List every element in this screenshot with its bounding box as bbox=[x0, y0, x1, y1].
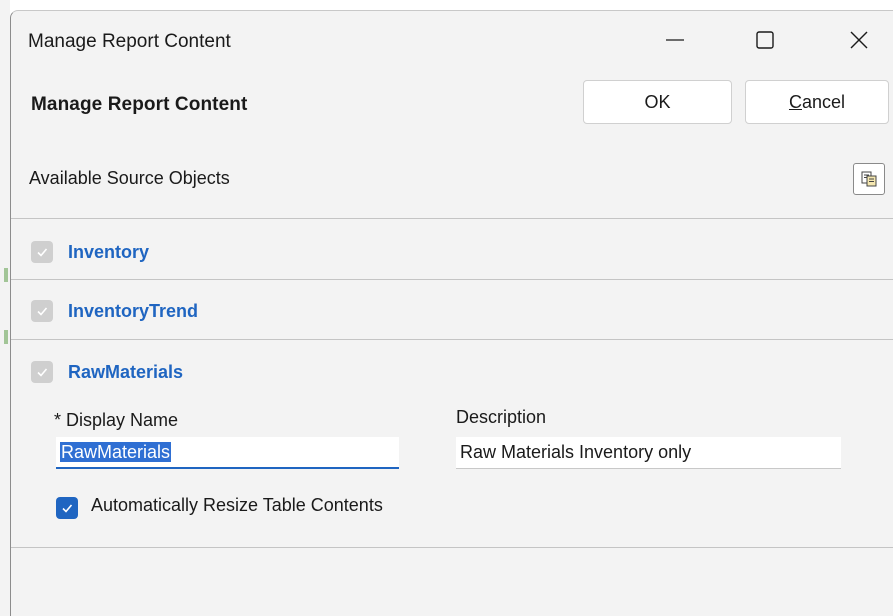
inventory-checkbox[interactable] bbox=[31, 241, 53, 263]
divider bbox=[11, 547, 893, 548]
checkmark-icon bbox=[37, 307, 48, 316]
cancel-label-rest: ancel bbox=[801, 91, 846, 112]
display-name-value: RawMaterials bbox=[60, 442, 172, 463]
title-bar[interactable]: Manage Report Content bbox=[11, 11, 893, 69]
close-button[interactable] bbox=[831, 19, 887, 61]
source-object-row-inventorytrend[interactable]: InventoryTrend bbox=[11, 280, 893, 340]
display-name-label: * Display Name bbox=[54, 410, 179, 430]
source-object-name: InventoryTrend bbox=[68, 301, 199, 321]
ok-button[interactable]: OK bbox=[583, 80, 732, 124]
description-input[interactable]: Raw Materials Inventory only bbox=[456, 437, 841, 469]
maximize-icon bbox=[756, 31, 774, 49]
minimize-icon bbox=[666, 39, 684, 41]
checkmark-icon bbox=[37, 368, 48, 377]
background-window-edge bbox=[0, 0, 10, 616]
inventorytrend-checkbox[interactable] bbox=[31, 300, 53, 322]
description-label: Description bbox=[456, 407, 547, 427]
available-source-objects-label: Available Source Objects bbox=[29, 168, 230, 188]
source-object-name: Inventory bbox=[68, 242, 150, 262]
cancel-button[interactable]: Cancel bbox=[745, 80, 889, 124]
maximize-button[interactable] bbox=[737, 19, 793, 61]
description-value: Raw Materials Inventory only bbox=[460, 442, 692, 462]
manage-report-content-dialog: Manage Report Content Manage Report Cont… bbox=[10, 10, 893, 616]
auto-resize-checkbox[interactable] bbox=[56, 497, 78, 519]
cancel-button-label: Cancel bbox=[789, 92, 845, 113]
source-object-name: RawMaterials bbox=[68, 362, 184, 382]
background-marker bbox=[4, 330, 8, 344]
copy-paste-icon bbox=[861, 171, 877, 187]
cancel-mnemonic: C bbox=[788, 91, 802, 112]
checkmark-icon bbox=[37, 248, 48, 257]
copy-paste-button[interactable] bbox=[853, 163, 885, 195]
close-icon bbox=[850, 31, 868, 49]
source-object-row-inventory[interactable]: Inventory bbox=[11, 219, 893, 279]
display-name-input[interactable]: RawMaterials bbox=[56, 437, 399, 469]
ok-button-label: OK bbox=[644, 91, 671, 112]
minimize-button[interactable] bbox=[647, 19, 703, 61]
page-title: Manage Report Content bbox=[31, 94, 248, 115]
auto-resize-label: Automatically Resize Table Contents bbox=[91, 495, 383, 515]
window-title: Manage Report Content bbox=[28, 31, 231, 52]
source-object-row-rawmaterials[interactable]: RawMaterials bbox=[11, 340, 893, 400]
display-name-selection: RawMaterials bbox=[60, 442, 172, 462]
background-marker bbox=[4, 268, 8, 282]
rawmaterials-checkbox[interactable] bbox=[31, 361, 53, 383]
checkmark-icon bbox=[62, 504, 73, 513]
